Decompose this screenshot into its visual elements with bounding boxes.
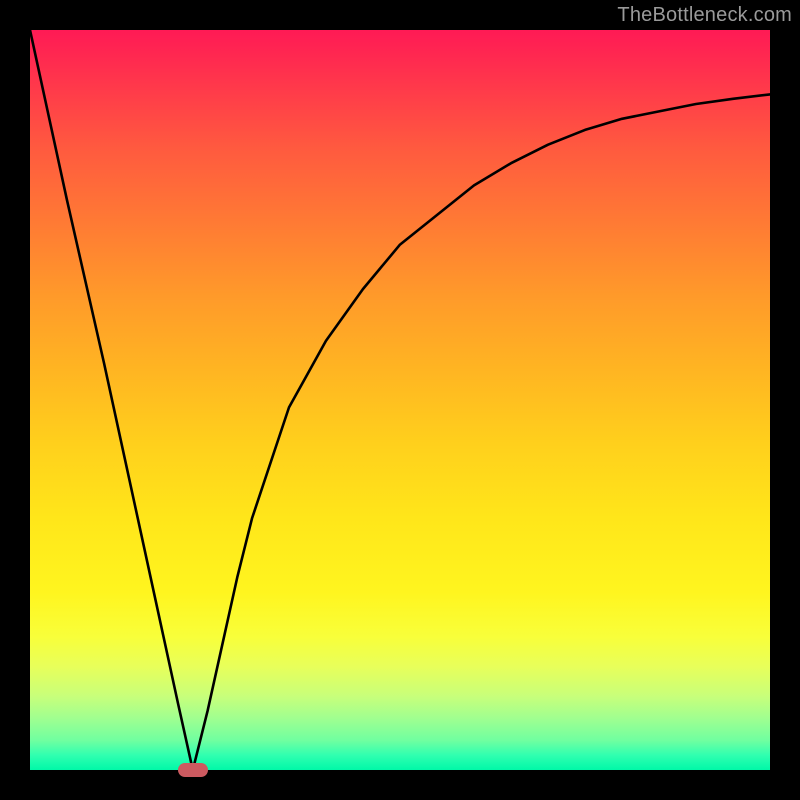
plot-area — [30, 30, 770, 770]
bottleneck-curve — [30, 30, 770, 770]
chart-frame: TheBottleneck.com — [0, 0, 800, 800]
optimal-point-marker — [178, 763, 208, 777]
watermark-text: TheBottleneck.com — [617, 4, 792, 27]
